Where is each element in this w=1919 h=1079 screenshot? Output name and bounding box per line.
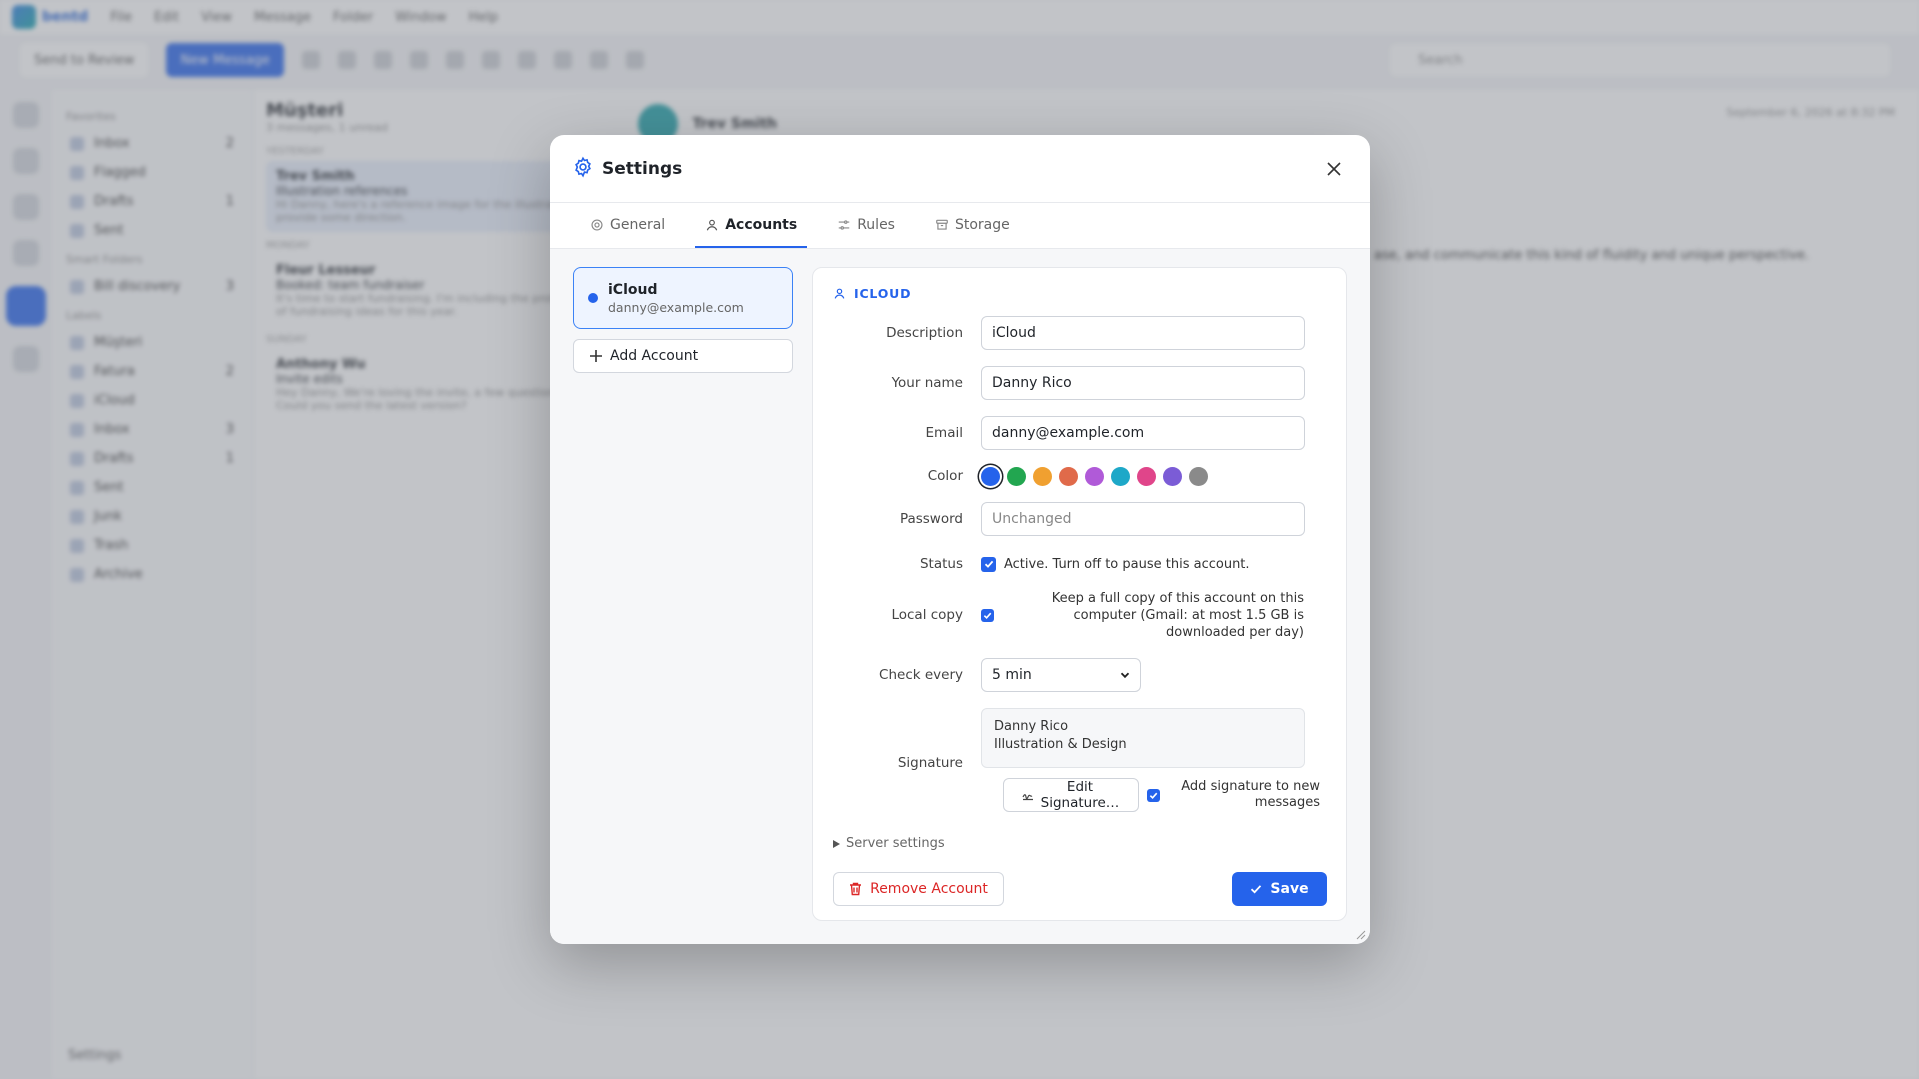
tab-rules-label: Rules [857, 217, 895, 233]
local-copy-label: Local copy [891, 607, 963, 623]
panel-heading-text: ICLOUD [854, 286, 912, 301]
description-label: Description [886, 325, 963, 341]
signature-preview: Danny Rico Illustration & Design [981, 708, 1305, 768]
save-label: Save [1270, 881, 1309, 897]
tab-storage-label: Storage [954, 217, 1010, 233]
gear-icon [591, 219, 603, 231]
resize-handle-icon[interactable] [1356, 930, 1366, 940]
check-icon [1149, 792, 1158, 799]
plus-icon [590, 350, 602, 362]
check-every-select[interactable]: 5 min [981, 658, 1141, 692]
add-signature-text: Add signature to new messages [1181, 779, 1320, 810]
account-card-text: iCloud danny@example.com [608, 282, 744, 315]
name-row: Your name [813, 366, 1348, 400]
user-icon [834, 288, 845, 299]
color-swatch[interactable] [1007, 466, 1026, 486]
server-settings-label: Server settings [846, 836, 945, 851]
account-color-dot [588, 293, 598, 303]
email-input[interactable] [981, 416, 1305, 450]
tab-accounts-label: Accounts [725, 217, 798, 233]
close-icon [1327, 161, 1341, 176]
status-text: Active. Turn off to pause this account. [1004, 556, 1250, 572]
archive-icon [936, 219, 948, 230]
color-swatch[interactable] [1085, 466, 1104, 486]
add-account-button[interactable]: Add Account [573, 339, 793, 373]
description-row: Description [813, 316, 1348, 350]
check-every-value: 5 min [992, 667, 1032, 683]
check-icon [984, 560, 993, 568]
check-icon [1251, 885, 1262, 894]
local-copy-checkbox[interactable] [981, 608, 994, 622]
sliders-icon [838, 220, 850, 230]
password-label: Password [899, 511, 963, 527]
add-account-label: Add Account [610, 348, 699, 364]
signature-icon [1022, 794, 1033, 801]
user-icon [706, 219, 718, 231]
color-label: Color [927, 468, 963, 484]
color-swatch[interactable] [1189, 466, 1208, 486]
local-copy-text: Keep a full copy of this account on this… [1051, 590, 1304, 640]
color-swatch[interactable] [1163, 466, 1182, 486]
name-input[interactable] [981, 366, 1305, 400]
password-row: Password [813, 502, 1348, 536]
settings-header: Settings [550, 135, 1370, 203]
remove-account-button[interactable]: Remove Account [833, 872, 1004, 906]
password-input[interactable] [981, 502, 1305, 536]
local-copy-row: Local copy Keep a full copy of this acco… [813, 588, 1348, 642]
color-row: Color [813, 466, 1348, 486]
add-signature-checkbox[interactable] [1147, 788, 1160, 802]
account-name: iCloud [608, 281, 658, 298]
tab-general-label: General [610, 217, 666, 233]
check-every-label: Check every [879, 667, 963, 683]
settings-tabs: General Accounts Rules Storage [550, 203, 1370, 249]
tab-general[interactable]: General [580, 204, 675, 248]
trash-icon [850, 882, 862, 896]
email-row: Email [813, 416, 1348, 450]
color-swatch[interactable] [1059, 466, 1078, 486]
color-swatch[interactable] [1033, 466, 1052, 486]
signature-controls: Edit Signature… Add signature to new mes… [1003, 778, 1320, 812]
settings-title-wrap: Settings [572, 156, 682, 182]
status-row: Status Active. Turn off to pause this ac… [813, 554, 1348, 574]
color-swatch[interactable] [1137, 466, 1156, 486]
check-icon [983, 612, 992, 619]
settings-body: iCloud danny@example.com Add Account ICL… [550, 249, 1370, 944]
signature-row: Signature Danny Rico Illustration & Desi… [813, 708, 1348, 771]
settings-dialog: Settings General Accounts Rules Storage … [550, 135, 1370, 944]
signature-line-1: Danny Rico [994, 719, 1069, 734]
color-swatch[interactable] [981, 466, 1000, 486]
color-swatch[interactable] [1111, 466, 1130, 486]
tab-storage[interactable]: Storage [925, 204, 1020, 248]
remove-account-label: Remove Account [870, 881, 988, 897]
signature-line-2: Illustration & Design [994, 737, 1127, 752]
status-label: Status [919, 556, 963, 572]
chevron-down-icon [1120, 672, 1130, 679]
tab-accounts[interactable]: Accounts [695, 204, 808, 248]
close-button[interactable] [1320, 155, 1348, 183]
panel-heading: ICLOUD [833, 286, 911, 301]
check-every-row: Check every 5 min [813, 658, 1348, 692]
email-label: Email [925, 425, 963, 441]
save-button[interactable]: Save [1232, 872, 1327, 906]
edit-signature-label: Edit Signature… [1040, 779, 1120, 811]
signature-controls-row: Edit Signature… Add signature to new mes… [813, 778, 1348, 812]
account-email: danny@example.com [608, 299, 744, 315]
account-card-icloud[interactable]: iCloud danny@example.com [573, 267, 793, 329]
tab-rules[interactable]: Rules [827, 204, 905, 248]
triangle-right-icon [833, 839, 840, 848]
name-label: Your name [891, 375, 963, 391]
signature-label: Signature [897, 755, 963, 771]
color-swatches [981, 466, 1208, 486]
account-details-panel: ICLOUD Description Your name Email Color… [812, 267, 1347, 921]
description-input[interactable] [981, 316, 1305, 350]
settings-title: Settings [602, 158, 683, 179]
server-settings-toggle[interactable]: Server settings [833, 836, 945, 851]
gear-icon [572, 156, 594, 182]
edit-signature-button[interactable]: Edit Signature… [1003, 778, 1139, 812]
status-checkbox[interactable] [981, 556, 996, 572]
